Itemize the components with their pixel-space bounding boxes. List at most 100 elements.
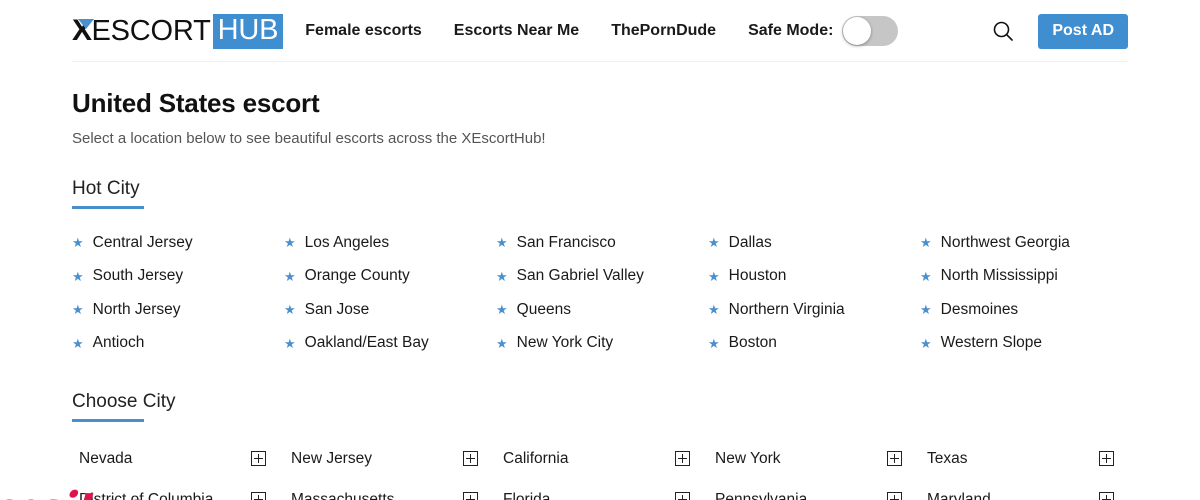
hot-city-item[interactable]: ★ New York City	[496, 327, 708, 361]
hot-city-item[interactable]: ★ Oakland/East Bay	[284, 327, 496, 361]
main-content: United States escort Select a location b…	[0, 88, 1200, 500]
hot-city-item[interactable]: ★ San Jose	[284, 293, 496, 327]
hot-city-item[interactable]: ★ North Mississippi	[920, 260, 1132, 294]
choose-city-item[interactable]: Texas	[920, 438, 1132, 479]
star-icon: ★	[920, 335, 932, 351]
choose-city-label: New York	[715, 449, 781, 467]
hot-city-label: Northwest Georgia	[940, 233, 1070, 251]
choose-city-item[interactable]: Pennsylvania	[708, 479, 920, 500]
star-icon: ★	[920, 302, 932, 318]
choose-city-item[interactable]: Nevada	[72, 438, 284, 479]
star-icon: ★	[708, 268, 720, 284]
nav-item-escorts-near-me[interactable]: Escorts Near Me	[454, 22, 579, 40]
hot-city-label: South Jersey	[92, 267, 184, 285]
safe-mode-control: Safe Mode:	[748, 16, 899, 46]
star-icon: ★	[72, 235, 84, 251]
choose-city-label: Nevada	[79, 449, 133, 467]
hot-city-label: Boston	[728, 334, 777, 352]
hot-city-grid: ★ Central Jersey ★ Los Angeles ★ San Francisc…	[72, 226, 1128, 360]
nav-item-theporndude[interactable]: ThePornDude	[611, 22, 716, 40]
hot-city-item[interactable]: ★ Los Angeles	[284, 226, 496, 260]
choose-city-item[interactable]: Florida	[496, 479, 708, 500]
choose-city-grid: Nevada New Jersey California New York Texas D…	[72, 438, 1128, 500]
hot-city-item[interactable]: ★ Western Slope	[920, 327, 1132, 361]
hot-city-item[interactable]: ★ Queens	[496, 293, 708, 327]
safe-mode-label: Safe Mode:	[748, 22, 834, 39]
hot-city-label: San Gabriel Valley	[516, 267, 644, 285]
hot-city-item[interactable]: ★ Central Jersey	[72, 226, 284, 260]
star-icon: ★	[708, 302, 720, 318]
logo-triangle-icon	[78, 19, 94, 29]
safe-mode-toggle[interactable]	[842, 16, 899, 46]
star-icon: ★	[496, 302, 508, 318]
expand-plus-icon[interactable]	[1099, 492, 1114, 500]
logo-escort-text: ESCORT	[91, 14, 211, 47]
expand-plus-icon[interactable]	[463, 492, 478, 500]
star-icon: ★	[284, 302, 296, 318]
choose-city-item[interactable]: New Jersey	[284, 438, 496, 479]
expand-plus-icon[interactable]	[251, 492, 266, 500]
safe-mode-toggle-knob	[843, 17, 872, 45]
star-icon: ★	[496, 268, 508, 284]
choose-city-label: New Jersey	[291, 449, 372, 467]
post-ad-button[interactable]: Post AD	[1038, 13, 1128, 49]
star-icon: ★	[920, 268, 932, 284]
star-icon: ★	[284, 235, 296, 251]
choose-city-heading: Choose City	[72, 391, 176, 422]
hot-city-label: Desmoines	[940, 300, 1019, 318]
hot-city-item[interactable]: ★ South Jersey	[72, 260, 284, 294]
site-logo[interactable]: X ESCORT HUB	[72, 13, 284, 49]
hot-city-item[interactable]: ★ Dallas	[708, 226, 920, 260]
choose-city-item[interactable]: Massachusetts	[284, 479, 496, 500]
expand-plus-icon[interactable]	[887, 451, 902, 466]
star-icon: ★	[920, 235, 932, 251]
hot-city-item[interactable]: ★ Orange County	[284, 260, 496, 294]
hot-city-item[interactable]: ★ Boston	[708, 327, 920, 361]
expand-plus-icon[interactable]	[675, 451, 690, 466]
hot-city-label: New York City	[516, 334, 614, 352]
page-subtitle: Select a location below to see beautiful…	[72, 130, 546, 147]
hot-city-item[interactable]: ★ Northwest Georgia	[920, 226, 1132, 260]
expand-plus-icon[interactable]	[887, 492, 902, 500]
hot-city-label: Northern Virginia	[728, 300, 845, 318]
hot-city-item[interactable]: ★ Antioch	[72, 327, 284, 361]
choose-city-label: Maryland	[927, 490, 991, 500]
choose-city-item[interactable]: Maryland	[920, 479, 1132, 500]
star-icon: ★	[72, 335, 84, 351]
expand-plus-icon[interactable]	[675, 492, 690, 500]
choose-city-item[interactable]: California	[496, 438, 708, 479]
hot-city-item[interactable]: ★ San Gabriel Valley	[496, 260, 708, 294]
expand-plus-icon[interactable]	[1099, 451, 1114, 466]
hot-city-item[interactable]: ★ Northern Virginia	[708, 293, 920, 327]
choose-city-label: Florida	[503, 490, 551, 500]
logo-hub-badge: HUB	[212, 13, 284, 49]
page-title: United States escort	[72, 88, 320, 118]
hot-city-item[interactable]: ★ North Jersey	[72, 293, 284, 327]
choose-city-item[interactable]: District of Columbia	[72, 479, 284, 500]
star-icon: ★	[496, 335, 508, 351]
hot-city-label: Houston	[728, 267, 787, 285]
choose-city-label: District of Columbia	[79, 490, 214, 500]
hot-city-label: Queens	[516, 300, 571, 318]
star-icon: ★	[496, 235, 508, 251]
hot-city-label: Dallas	[728, 233, 772, 251]
choose-city-label: Texas	[927, 449, 968, 467]
hot-city-label: North Jersey	[92, 300, 181, 318]
site-header: X ESCORT HUB Female escorts Escorts Near …	[0, 0, 1200, 62]
expand-plus-icon[interactable]	[251, 451, 266, 466]
hot-city-label: Central Jersey	[92, 233, 193, 251]
logo-x-mark: X	[72, 16, 94, 46]
star-icon: ★	[72, 302, 84, 318]
hot-city-label: San Francisco	[516, 233, 616, 251]
hot-city-item[interactable]: ★ Houston	[708, 260, 920, 294]
search-button[interactable]	[986, 14, 1020, 48]
hot-city-label: Orange County	[304, 267, 410, 285]
hot-city-item[interactable]: ★ San Francisco	[496, 226, 708, 260]
hot-city-label: Los Angeles	[304, 233, 390, 251]
star-icon: ★	[284, 335, 296, 351]
choose-city-label: California	[503, 449, 569, 467]
expand-plus-icon[interactable]	[463, 451, 478, 466]
nav-item-female-escorts[interactable]: Female escorts	[305, 22, 422, 40]
choose-city-item[interactable]: New York	[708, 438, 920, 479]
hot-city-item[interactable]: ★ Desmoines	[920, 293, 1132, 327]
